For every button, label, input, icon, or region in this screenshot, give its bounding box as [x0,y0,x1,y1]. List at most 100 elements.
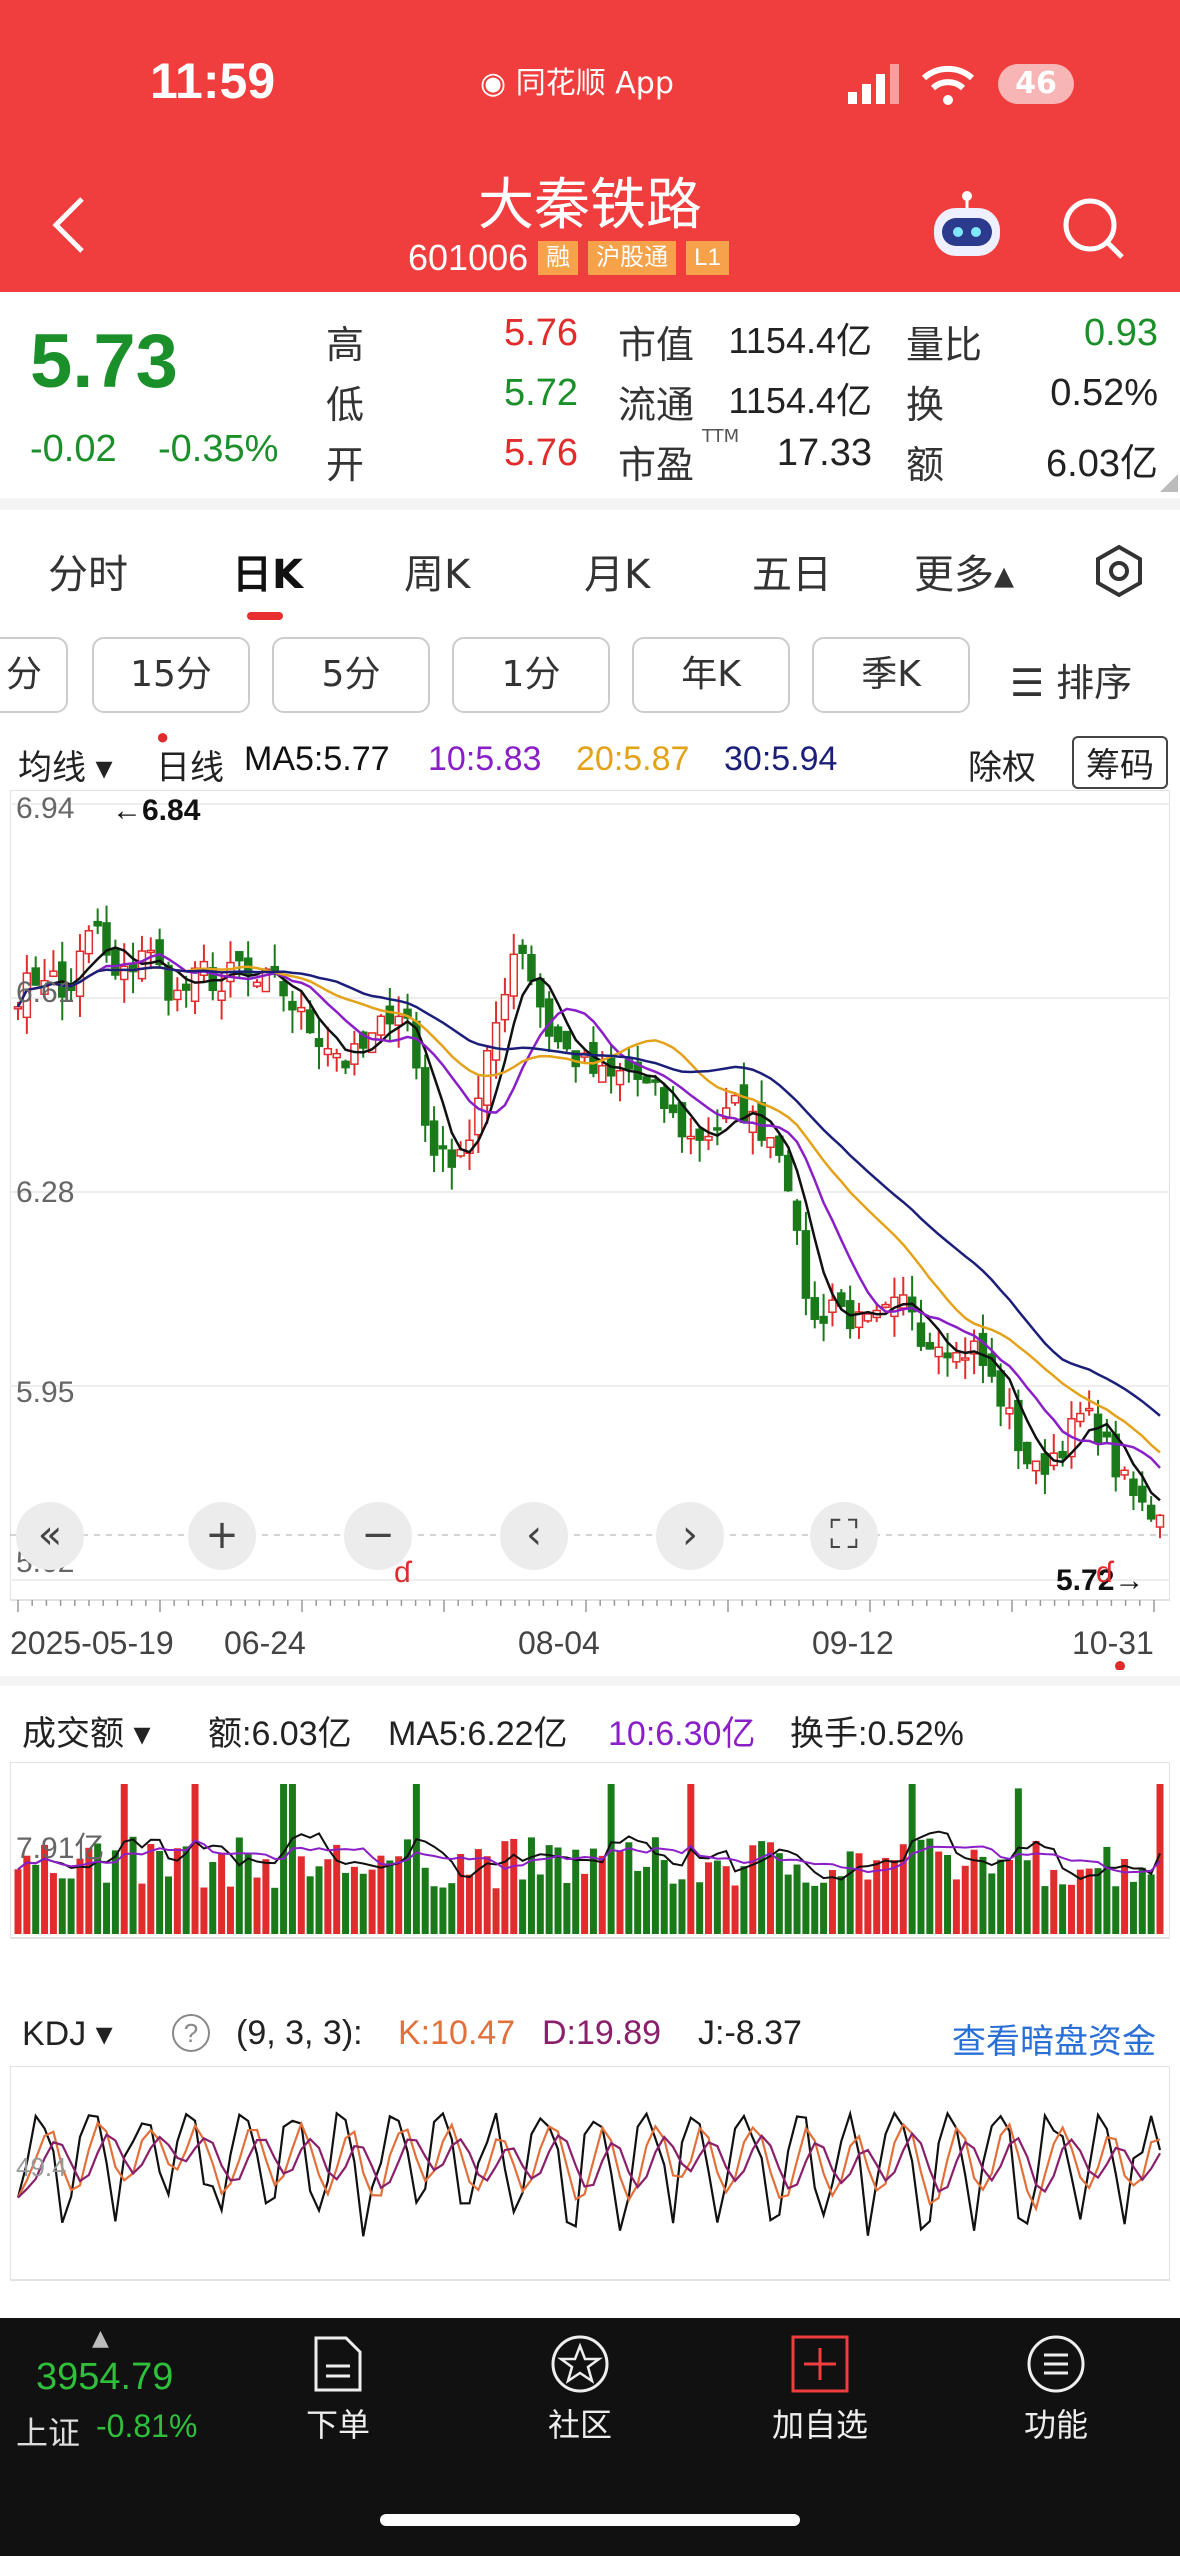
candle-body [704,1135,713,1141]
candle-body [792,1200,802,1231]
add-watchlist-icon[interactable] [790,2334,850,2394]
candle-body [810,1297,819,1320]
tab-month-k[interactable]: 月K [584,542,650,600]
volume-bar [342,1872,350,1934]
kdj-chart[interactable]: 49.4 [10,2066,1170,2286]
kdj-j-value: J:-8.37 [698,2014,802,2052]
chips-button[interactable]: 筹码 [1072,736,1168,789]
fullscreen-button[interactable]: ⛶ [810,1502,878,1570]
y-tick-0: 6.94 [16,792,74,825]
kdj-selector[interactable]: KDJ ▾ [22,2014,113,2054]
expand-corner-icon[interactable] [1160,474,1178,492]
volume-chart[interactable]: 7.91亿 [10,1762,1170,1942]
candle-body [1076,1412,1085,1423]
volume-bar [67,1878,75,1934]
volume-bar [1014,1788,1022,1934]
volume-bar [306,1876,314,1934]
volume-bar [32,1864,40,1934]
volume-bar [1032,1840,1040,1934]
volume-ratio-label: 量比 [906,323,983,367]
low-label: 低 [326,383,365,427]
menu-circle-icon[interactable] [1026,2334,1086,2394]
volume-turnover: 换手:0.52% [790,1715,964,1753]
volume-bar [705,1862,713,1934]
tab-more[interactable]: 更多▴ [914,542,1014,600]
cellular-signal-icon [848,64,899,104]
volume-bar [581,1873,589,1934]
index-name[interactable]: 上证 [16,2408,80,2454]
candle-body [332,1052,341,1059]
index-up-triangle-icon: ▲ [92,2326,109,2351]
x-axis: 2025-05-19 06-24 08-04 09-12 10-31 [10,1600,1155,1670]
community-star-icon[interactable] [550,2334,610,2394]
zoom-out-button[interactable]: − [344,1502,412,1570]
pe-label: 市盈 [618,443,695,487]
volume-bar [14,1869,22,1934]
order-doc-icon[interactable] [312,2336,364,2392]
float-cap-label: 流通 [618,383,695,427]
ma20-value: 20:5.87 [576,740,690,778]
scroll-left-button[interactable]: ‹ [500,1502,568,1570]
candle-body [1084,1407,1094,1412]
settings-hexagon-icon[interactable] [1092,544,1146,598]
volume-bar [386,1860,394,1934]
volume-bar [952,1879,960,1934]
adjust-toggle[interactable]: 除权 [968,740,1036,789]
low-value: 5.72 [504,372,578,414]
help-icon[interactable]: ? [172,2014,210,2052]
section-divider [0,1676,1180,1686]
candle-body [500,993,510,1021]
period-btn-partial[interactable]: 分 [0,637,68,713]
amount-value: 6.03亿 [1046,443,1158,485]
app-logo-icon: ◉ [480,66,507,101]
volume-bar [492,1888,500,1934]
volume-bar [58,1878,66,1934]
zoom-in-button[interactable]: + [188,1502,256,1570]
kline-chart[interactable]: 6.94 6.61 6.28 5.95 5.62 ←6.84 5.72→ ɗ ɗ [10,790,1170,1620]
candle-body [173,989,182,1001]
volume-bar [793,1864,801,1934]
period-btn-year-k[interactable]: 年K [632,637,790,713]
volume-bar [1129,1881,1137,1934]
candle-body [482,1049,492,1106]
nav-add-watchlist[interactable]: 加自选 [772,2400,868,2446]
volume-bar [616,1851,624,1934]
price-change-pct: -0.35% [158,428,279,470]
tab-week-k[interactable]: 周K [404,542,470,600]
dark-pool-link[interactable]: 查看暗盘资金 [952,2014,1156,2063]
volume-bar [1041,1886,1049,1934]
candle-body [164,964,173,1001]
index-value[interactable]: 3954.79 [36,2356,173,2399]
period-btn-5min[interactable]: 5分 [272,637,430,713]
tab-day-k[interactable]: 日K [232,542,303,600]
candle-body [1040,1453,1050,1475]
x-tick-1: 06-24 [224,1625,306,1661]
nav-order[interactable]: 下单 [306,2400,370,2446]
tab-five-day[interactable]: 五日 [752,542,832,600]
sort-button[interactable]: ☰ 排序 [1010,652,1132,707]
volume-bar [200,1887,208,1934]
assistant-robot-icon[interactable] [928,190,1006,260]
search-icon[interactable] [1060,195,1126,261]
volume-bar [660,1860,668,1934]
volume-bar [1121,1858,1129,1934]
candle-body [952,1352,961,1363]
candle-body [730,1094,740,1104]
period-btn-15min[interactable]: 15分 [92,637,250,713]
volume-selector[interactable]: 成交额 ▾ [22,1706,151,1755]
volume-bar [218,1852,226,1934]
nav-community[interactable]: 社区 [548,2400,612,2446]
scroll-to-start-button[interactable]: « [16,1502,84,1570]
candle-body [288,1000,297,1011]
volume-bar [412,1784,420,1934]
period-btn-1min[interactable]: 1分 [452,637,610,713]
ma-selector[interactable]: 均线 ▾ [18,740,113,789]
nav-functions[interactable]: 功能 [1024,2400,1088,2446]
candle-body [1146,1504,1156,1520]
candle-body [695,1128,704,1141]
index-change[interactable]: -0.81% [96,2408,197,2445]
tab-intraday[interactable]: 分时 [48,542,128,600]
scroll-right-button[interactable]: › [656,1502,724,1570]
float-cap-value: 1154.4亿 [728,380,872,421]
period-btn-quarter-k[interactable]: 季K [812,637,970,713]
